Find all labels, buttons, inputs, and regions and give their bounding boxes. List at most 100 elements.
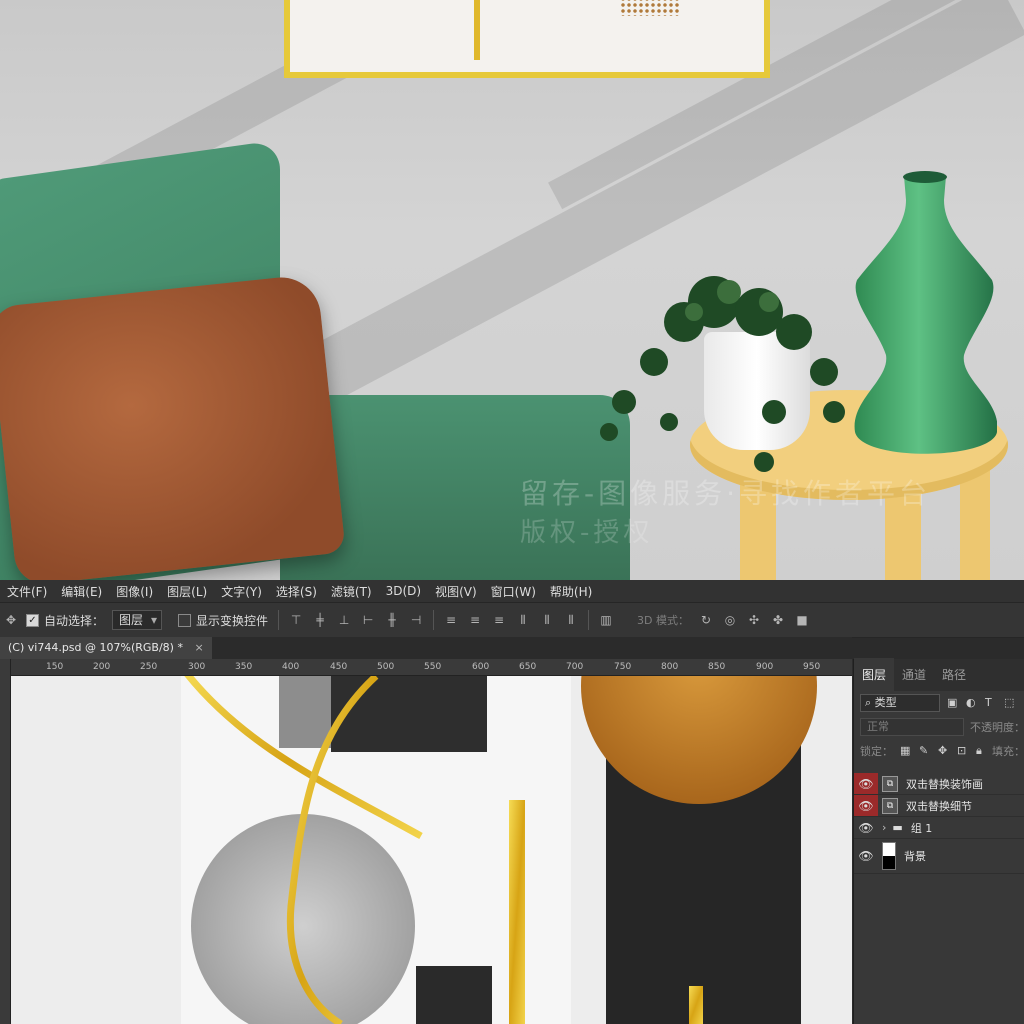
auto-select-dropdown[interactable]: 图层 [112, 610, 163, 630]
layer-row[interactable]: 👁︎ 背景 [854, 839, 1024, 874]
menu-type[interactable]: 文字(Y) [214, 583, 269, 600]
menu-layer[interactable]: 图层(L) [160, 583, 214, 600]
close-tab-icon[interactable]: × [194, 641, 203, 654]
layer-name: 背景 [904, 850, 926, 863]
tab-layers[interactable]: 图层 [854, 658, 895, 691]
menu-select[interactable]: 选择(S) [269, 583, 324, 600]
visibility-eye-icon[interactable]: 👁︎ [854, 817, 878, 838]
watermark-text: 版权-授权 [520, 518, 654, 548]
watermark-text: 留存-图像服务·寻找作者平台 [520, 477, 932, 510]
smart-object-thumb-icon: ⧉ [882, 775, 898, 792]
menu-help[interactable]: 帮助(H) [543, 583, 599, 600]
lock-all-icon[interactable]: 🔒︎ [976, 745, 988, 757]
filter-adjustment-icon[interactable]: ◐ [966, 697, 978, 709]
layer-row[interactable]: 👁︎ ⧉ 双击替换细节 [854, 795, 1024, 817]
ruler-label: 400 [282, 662, 300, 672]
lock-artboard-icon[interactable]: ⊡ [957, 745, 969, 757]
ruler-label: 850 [708, 662, 726, 672]
distribute-bottom-icon[interactable]: ≡ [492, 613, 506, 627]
align-top-icon[interactable]: ⊤ [289, 613, 303, 627]
ruler-label: 950 [803, 662, 821, 672]
blend-mode-dropdown[interactable]: 正常 [860, 718, 964, 736]
divider [433, 610, 435, 630]
align-bottom-icon[interactable]: ⊥ [337, 613, 351, 627]
smart-object-thumb-icon: ⧉ [882, 797, 898, 814]
layers-panel: 图层 通道 路径 ⌕ 类型 ▣ ◐ T ⬚ 正常 不透明度： 锁定： ▦ ✎ ✥… [853, 658, 1024, 1024]
ruler-label: 700 [566, 662, 584, 672]
document-tab-title: (C) vi744.psd @ 107%(RGB/8) * [8, 641, 183, 654]
layer-name: 双击替换细节 [906, 799, 972, 813]
distribute-right-icon[interactable]: ⦀ [564, 613, 578, 627]
expand-chevron-icon[interactable]: › [882, 821, 886, 834]
filter-shape-icon[interactable]: ⬚ [1004, 697, 1016, 709]
visibility-eye-icon[interactable]: 👁︎ [854, 773, 878, 794]
ruler-label: 200 [93, 662, 111, 672]
ruler-label: 450 [330, 662, 348, 672]
3d-slide-icon[interactable]: ✤ [771, 613, 785, 627]
lock-row: 锁定： ▦ ✎ ✥ ⊡ 🔒︎ 填充： [854, 739, 1024, 763]
menu-image[interactable]: 图像(I) [109, 583, 160, 600]
menu-edit[interactable]: 编辑(E) [54, 583, 109, 600]
ruler-label: 750 [614, 662, 632, 672]
layer-row[interactable]: 👁︎ › ▬ 组 1 [854, 817, 1024, 839]
distribute-hcenter-icon[interactable]: ⦀ [540, 613, 554, 627]
menu-3d[interactable]: 3D(D) [379, 584, 428, 598]
menu-window[interactable]: 窗口(W) [484, 583, 543, 600]
ruler-label: 250 [140, 662, 158, 672]
distribute-vcenter-icon[interactable]: ≡ [468, 613, 482, 627]
divider [278, 610, 280, 630]
auto-select-label: 自动选择： [44, 613, 105, 628]
lock-transparent-icon[interactable]: ▦ [900, 745, 912, 757]
distribute-left-icon[interactable]: ⦀ [516, 613, 530, 627]
divider [588, 610, 590, 630]
align-right-icon[interactable]: ⊣ [409, 613, 423, 627]
show-transform-checkbox[interactable] [178, 613, 192, 627]
blend-row: 正常 不透明度： [854, 715, 1024, 739]
ruler-label: 300 [188, 662, 206, 672]
visibility-eye-icon[interactable]: 👁︎ [854, 846, 878, 867]
3d-mode-label: 3D 模式： [637, 614, 690, 627]
lock-move-icon[interactable]: ✥ [938, 745, 950, 757]
folder-icon: ▬ [892, 821, 903, 834]
align-hcenter-icon[interactable]: ╫ [385, 613, 399, 627]
document-tab[interactable]: (C) vi744.psd @ 107%(RGB/8) * × [0, 637, 212, 659]
menu-file[interactable]: 文件(F) [0, 583, 54, 600]
layer-name: 双击替换装饰画 [906, 777, 983, 791]
layer-name: 组 1 [910, 821, 933, 835]
wall-picture-frame [284, 0, 770, 78]
menu-view[interactable]: 视图(V) [428, 583, 484, 600]
filter-label: 类型 [874, 696, 897, 709]
filter-type-icon[interactable]: T [985, 697, 997, 709]
align-left-icon[interactable]: ⊢ [361, 613, 375, 627]
ruler-label: 500 [377, 662, 395, 672]
distribute-top-icon[interactable]: ≡ [444, 613, 458, 627]
tab-paths[interactable]: 路径 [934, 666, 974, 691]
menu-bar: 文件(F) 编辑(E) 图像(I) 图层(L) 文字(Y) 选择(S) 滤镜(T… [0, 580, 1024, 602]
auto-select-checkbox[interactable]: ✓ [26, 613, 39, 627]
move-tool-icon[interactable]: ✥ [4, 613, 18, 627]
layer-filter-dropdown[interactable]: ⌕ 类型 [860, 694, 940, 712]
filter-image-icon[interactable]: ▣ [947, 697, 959, 709]
layer-filter-row: ⌕ 类型 ▣ ◐ T ⬚ [854, 691, 1024, 715]
3d-orbit-icon[interactable]: ↻ [699, 613, 713, 627]
align-vcenter-icon[interactable]: ╪ [313, 613, 327, 627]
horizontal-ruler: 150 200 250 300 350 400 450 500 550 600 … [10, 659, 852, 676]
background-thumb-icon [882, 842, 896, 870]
3d-roll-icon[interactable]: ◎ [723, 613, 737, 627]
document-tab-bar: (C) vi744.psd @ 107%(RGB/8) * × [0, 637, 852, 659]
ruler-label: 150 [46, 662, 64, 672]
ruler-label: 550 [424, 662, 442, 672]
document-canvas[interactable] [11, 676, 852, 1024]
show-transform-label: 显示变换控件 [196, 613, 269, 628]
tab-channels[interactable]: 通道 [894, 666, 934, 691]
lock-paint-icon[interactable]: ✎ [919, 745, 931, 757]
menu-filter[interactable]: 滤镜(T) [324, 583, 379, 600]
side-table-leg [960, 470, 990, 580]
auto-align-icon[interactable]: ▥ [599, 613, 613, 627]
lock-label: 锁定： [860, 745, 893, 758]
visibility-eye-icon[interactable]: 👁︎ [854, 795, 878, 816]
3d-pan-icon[interactable]: ✣ [747, 613, 761, 627]
layer-row[interactable]: 👁︎ ⧉ 双击替换装饰画 [854, 773, 1024, 795]
green-vase [854, 171, 997, 454]
3d-scale-icon[interactable]: ■ [795, 613, 809, 627]
